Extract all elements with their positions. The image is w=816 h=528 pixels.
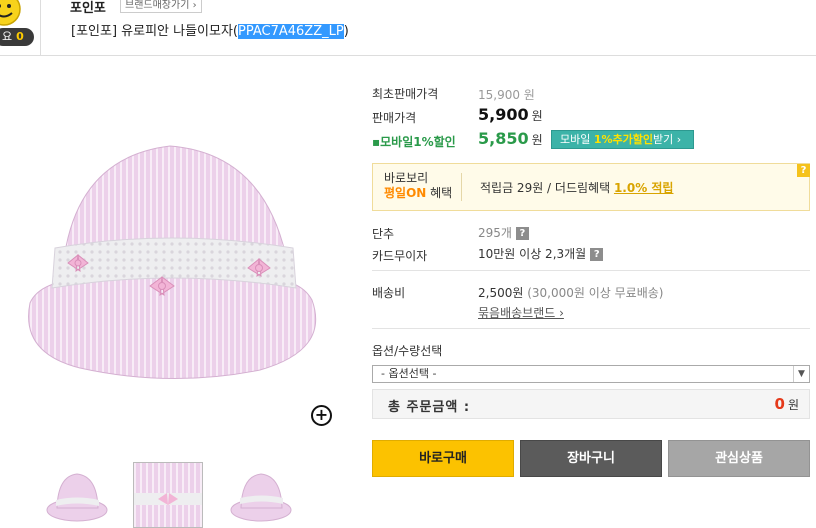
mobile-button-suffix: 받기 › bbox=[653, 133, 682, 146]
product-header: 요0 포인포 브랜드매장가기 › [포인포] 유로피안 나들이모자(PPAC7A… bbox=[0, 0, 816, 56]
title-suffix: ) bbox=[343, 24, 349, 39]
chevron-down-icon[interactable]: ▼ bbox=[793, 366, 809, 382]
benefit-help-icon[interactable]: ? bbox=[797, 164, 810, 177]
mobile-price: 5,850 원 bbox=[478, 129, 543, 148]
total-amount-unit: 원 bbox=[787, 398, 799, 412]
sale-price-value: 5,900 bbox=[478, 105, 529, 124]
original-price-value: 15,900 원 bbox=[478, 88, 535, 102]
unit-row: 295개? bbox=[478, 224, 529, 241]
mobile-price-value: 5,850 bbox=[478, 129, 529, 148]
divider bbox=[372, 328, 810, 329]
benefit-divider bbox=[461, 173, 462, 201]
like-count: 0 bbox=[16, 30, 24, 43]
zoom-in-icon[interactable]: + bbox=[311, 405, 332, 426]
shipping-row: 2,500원 (30,000원 이상 무료배송) bbox=[478, 284, 663, 301]
unit-label: 단추 bbox=[372, 227, 395, 241]
brand-name[interactable]: 포인포 bbox=[70, 0, 106, 16]
like-count-badge[interactable]: 요0 bbox=[0, 28, 34, 46]
thumbnail-hat-closeup bbox=[134, 463, 202, 527]
mobile-extra-discount-button[interactable]: 모바일 1%추가할인받기 › bbox=[551, 130, 694, 149]
original-price-label: 최초판매가격 bbox=[372, 87, 439, 101]
benefit-title-line1: 바로보리 bbox=[384, 171, 429, 185]
sale-price-label: 판매가격 bbox=[372, 111, 417, 125]
benefit-rate-link[interactable]: 1.0% 적립 bbox=[614, 181, 674, 195]
won-unit: 원 bbox=[531, 109, 543, 123]
thumbnail-hat-image bbox=[46, 473, 108, 522]
benefit-title: 바로보리 평일ON 혜택 bbox=[384, 171, 452, 201]
product-title: [포인포] 유로피안 나들이모자(PPAC7A46ZZ_LP) bbox=[71, 20, 349, 39]
benefit-description: 적립금 29원 / 더드림혜택 bbox=[480, 181, 614, 195]
total-order-box: 총 주문금액 : 0원 bbox=[372, 389, 810, 419]
won-unit: 원 bbox=[531, 133, 543, 147]
option-select-value: - 옵션선택 - bbox=[381, 367, 437, 380]
card-installment-label: 카드무이자 bbox=[372, 249, 428, 263]
benefit-box: 바로보리 평일ON 혜택 적립금 29원 / 더드림혜택 1.0% 적립 ? bbox=[372, 163, 810, 211]
unit-help-icon[interactable]: ? bbox=[515, 227, 529, 240]
buy-now-button[interactable]: 바로구매 bbox=[372, 440, 514, 477]
total-amount-value: 0 bbox=[774, 395, 785, 413]
sale-price: 5,900 원 bbox=[478, 105, 543, 124]
smiley-icon[interactable] bbox=[0, 0, 22, 28]
header-divider bbox=[40, 0, 41, 56]
total-amount: 0원 bbox=[775, 395, 799, 413]
benefit-text: 적립금 29원 / 더드림혜택 1.0% 적립 bbox=[480, 179, 673, 196]
total-label: 총 주문금액 : bbox=[388, 400, 471, 415]
shipping-note: (30,000원 이상 무료배송) bbox=[523, 286, 664, 300]
add-to-cart-button[interactable]: 장바구니 bbox=[520, 440, 662, 477]
product-code: PPAC7A46ZZ_LP bbox=[238, 24, 344, 39]
unit-value: 295개 bbox=[478, 226, 512, 240]
benefit-title-on: 평일ON bbox=[384, 186, 427, 200]
thumbnail-3[interactable] bbox=[226, 462, 296, 528]
mobile-button-prefix: 모바일 bbox=[560, 133, 594, 146]
divider bbox=[372, 270, 810, 271]
title-prefix: [포인포] 유로피안 나들이모자( bbox=[71, 24, 239, 39]
mobile-button-highlight: 1%추가할인 bbox=[593, 133, 654, 146]
option-label: 옵션/수량선택 bbox=[372, 344, 443, 358]
card-installment-value: 10만원 이상 2,3개월 bbox=[478, 247, 587, 261]
benefit-title-suffix: 혜택 bbox=[426, 186, 453, 200]
main-product-image[interactable] bbox=[0, 88, 342, 438]
shipping-fee: 2,500원 bbox=[478, 286, 524, 300]
brand-shop-button[interactable]: 브랜드매장가기 › bbox=[120, 0, 202, 13]
card-row: 10만원 이상 2,3개월? bbox=[478, 245, 604, 262]
thumbnail-hat-image bbox=[230, 473, 292, 522]
thumbnail-1[interactable] bbox=[42, 462, 112, 528]
hat-image bbox=[28, 145, 317, 379]
bundle-shipping-brand-link[interactable]: 묶음배송브랜드 › bbox=[478, 304, 564, 321]
shipping-label: 배송비 bbox=[372, 286, 406, 300]
wishlist-button[interactable]: 관심상품 bbox=[668, 440, 810, 477]
thumbnail-2[interactable] bbox=[133, 462, 203, 528]
option-select[interactable]: - 옵션선택 - ▼ bbox=[372, 365, 810, 383]
like-label: 요 bbox=[2, 30, 13, 43]
card-help-icon[interactable]: ? bbox=[590, 248, 604, 261]
mobile-discount-label: ▪모바일1%할인 bbox=[372, 135, 456, 149]
